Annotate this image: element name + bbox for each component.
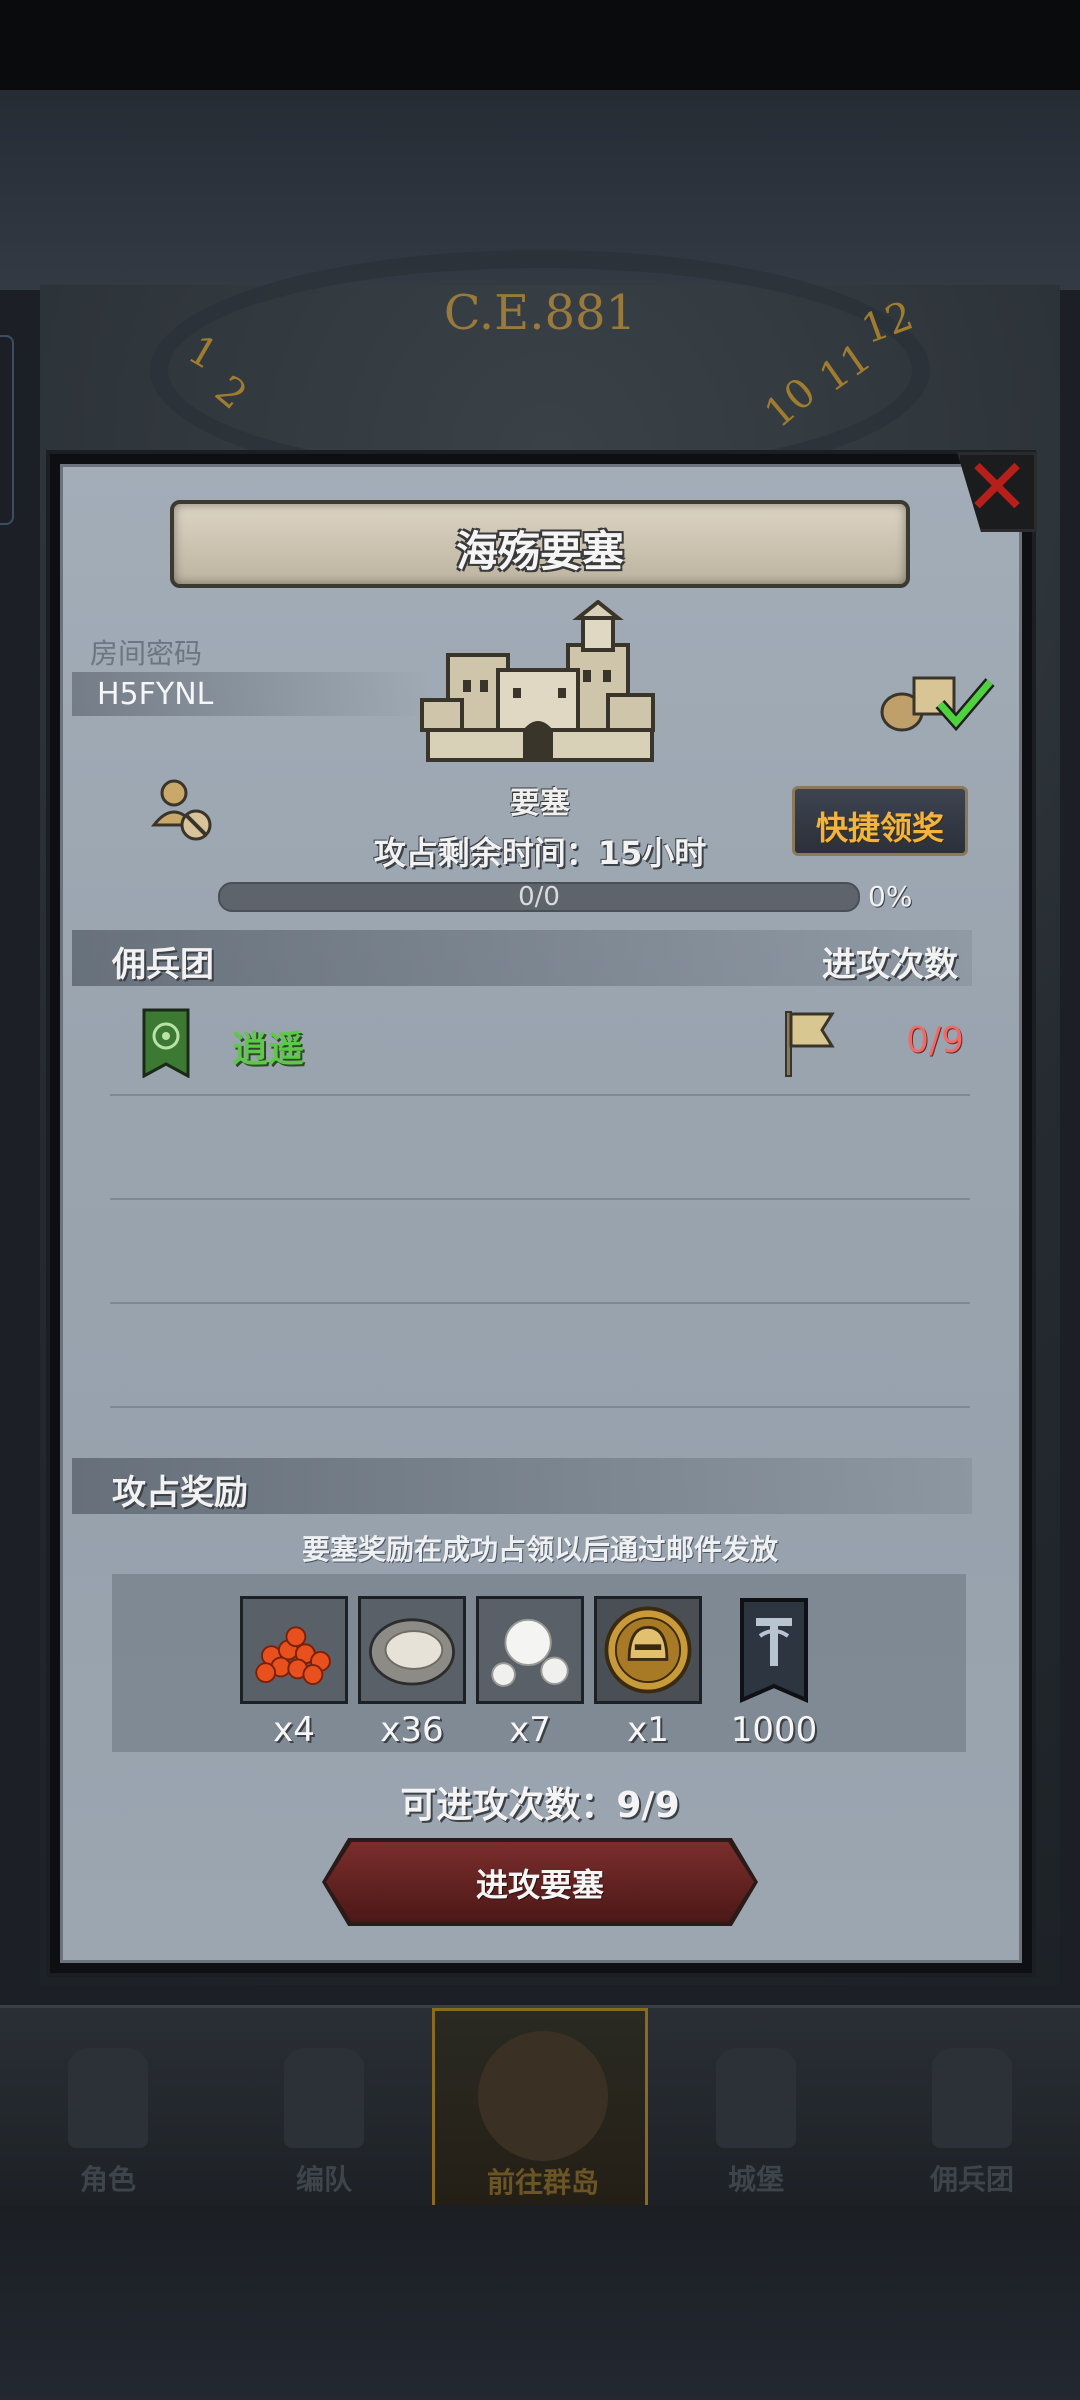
nav-item-label: 佣兵团 xyxy=(929,2163,1014,2196)
bottom-background xyxy=(0,2205,1080,2400)
fish-roe-icon xyxy=(243,1599,345,1701)
oyster-icon xyxy=(361,1599,463,1701)
nav-item-label: 城堡 xyxy=(727,2163,784,2196)
fortress-type-label: 要塞 xyxy=(510,786,570,821)
capture-progress-text: 0/0 xyxy=(518,882,560,912)
guild-name: 逍遥 xyxy=(232,1029,305,1070)
gold-helmet-medal-icon xyxy=(597,1599,699,1701)
reward-qty: x4 xyxy=(273,1710,315,1750)
remaining-attacks: 可进攻次数：9/9 xyxy=(400,1785,680,1826)
era-label: C.E.881 xyxy=(443,285,637,341)
reward-item[interactable]: 1000 xyxy=(720,1596,828,1750)
reward-qty: 1000 xyxy=(730,1710,818,1750)
no-member-icon[interactable] xyxy=(148,775,218,845)
reward-item[interactable]: x4 xyxy=(240,1596,348,1750)
quick-claim-label: 快捷领奖 xyxy=(815,809,944,847)
nav-item-character[interactable]: 角色 xyxy=(0,2008,216,2208)
side-panel-tab[interactable] xyxy=(0,335,14,525)
reward-section-title: 攻占奖励 xyxy=(112,1473,248,1513)
empty-row xyxy=(110,1200,970,1304)
attack-count-value: 0/9 xyxy=(906,1020,964,1061)
reward-qty: x1 xyxy=(627,1710,669,1750)
flag-icon xyxy=(785,1011,835,1077)
guild-banner-icon xyxy=(142,1008,190,1078)
status-bar-area xyxy=(0,0,1080,90)
mercenary-section-title: 佣兵团 xyxy=(112,945,214,985)
dialog-title: 海殇要塞 xyxy=(455,527,624,576)
reward-claimed-icon[interactable] xyxy=(878,668,998,734)
reward-slot xyxy=(720,1596,828,1704)
capture-time-remaining: 攻占剩余时间：15小时 xyxy=(373,834,707,872)
nav-item-label: 编队 xyxy=(295,2163,352,2196)
island-icon xyxy=(478,2031,608,2161)
capture-progress-bar: 0/0 xyxy=(218,882,860,912)
nav-item-label: 前往群岛 xyxy=(486,2166,599,2199)
fortress-icon xyxy=(420,600,655,762)
room-code-label: 房间密码 xyxy=(90,637,203,670)
nav-item-mercenary[interactable]: 佣兵团 xyxy=(864,2008,1080,2208)
reward-notice: 要塞奖励在成功占领以后通过邮件发放 xyxy=(301,1533,778,1566)
reward-slot xyxy=(358,1596,466,1704)
nav-item-label: 角色 xyxy=(79,2163,136,2196)
reward-item[interactable]: x36 xyxy=(358,1596,466,1750)
castle-icon xyxy=(716,2048,796,2148)
helmet-icon xyxy=(284,2048,364,2148)
bottom-nav: 角色 编队 ⌄ 前往群岛 城堡 佣兵团 xyxy=(0,2001,1080,2208)
reward-slot xyxy=(476,1596,584,1704)
nav-item-islands[interactable]: ⌄ 前往群岛 xyxy=(432,2001,648,2208)
title-plate: 海殇要塞 xyxy=(170,500,910,588)
reward-item[interactable]: x1 xyxy=(594,1596,702,1750)
guild-banner-icon xyxy=(740,1598,808,1704)
quick-claim-button[interactable]: 快捷领奖 xyxy=(792,786,968,856)
attack-fortress-label[interactable]: 进攻要塞 xyxy=(326,1860,754,1906)
reward-item[interactable]: x7 xyxy=(476,1596,584,1750)
nav-item-formation[interactable]: 编队 xyxy=(216,2008,432,2208)
ship-icon xyxy=(932,2048,1012,2148)
empty-row xyxy=(110,1304,970,1408)
reward-qty: x36 xyxy=(380,1710,444,1750)
reward-slot xyxy=(594,1596,702,1704)
reward-slot xyxy=(240,1596,348,1704)
close-icon[interactable]: ✕ xyxy=(962,449,1032,527)
nav-item-castle[interactable]: 城堡 xyxy=(648,2008,864,2208)
capture-progress-percent: 0% xyxy=(868,880,913,913)
knight-icon xyxy=(68,2048,148,2148)
pearl-icon xyxy=(479,1599,581,1701)
reward-qty: x7 xyxy=(509,1710,551,1750)
empty-row xyxy=(110,1096,970,1200)
room-code-value[interactable]: H5FYNL xyxy=(97,677,213,712)
attack-count-header: 进攻次数 xyxy=(822,945,958,985)
